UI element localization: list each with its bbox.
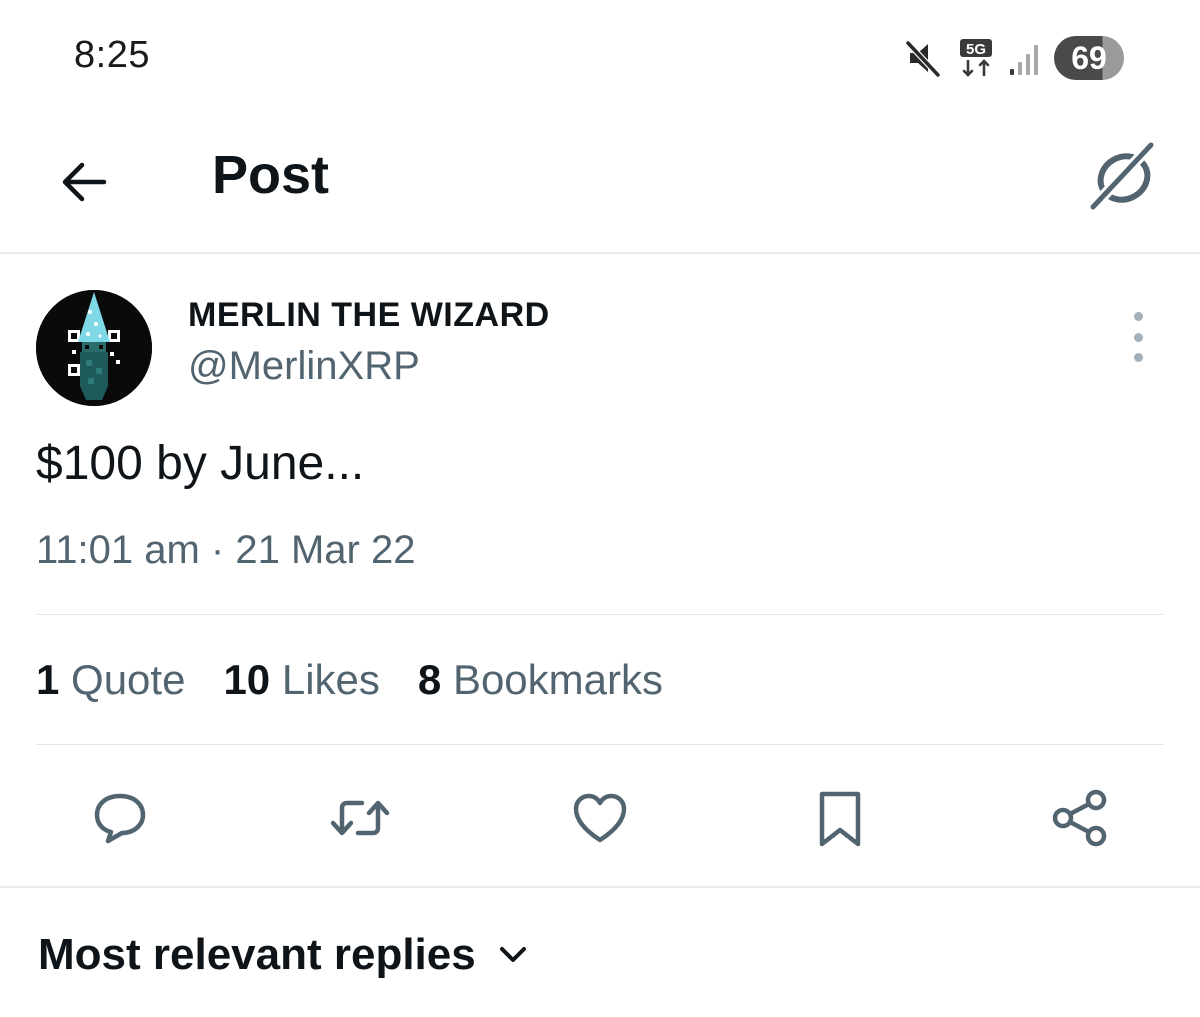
5g-data-icon: 5G	[956, 37, 996, 79]
reply-icon	[94, 793, 146, 844]
likes-count: 10	[223, 656, 271, 703]
battery-icon: 69	[1054, 36, 1124, 80]
more-dot-icon	[1133, 312, 1143, 321]
repost-icon	[330, 800, 390, 836]
divider	[0, 886, 1200, 888]
share-button[interactable]	[1048, 786, 1112, 850]
bookmarks-stat[interactable]: 8 Bookmarks	[418, 656, 663, 704]
top-header: Post	[0, 120, 1200, 254]
grok-icon	[1087, 139, 1157, 213]
arrow-left-icon	[62, 162, 107, 202]
mute-icon	[902, 37, 944, 79]
post-action-bar	[0, 786, 1200, 850]
avatar[interactable]	[36, 290, 152, 406]
bookmarks-label: Bookmarks	[452, 656, 663, 703]
post-stats: 1 Quote 10 Likes 8 Bookmarks	[36, 656, 663, 704]
likes-stat[interactable]: 10 Likes	[223, 656, 379, 704]
likes-label: Likes	[281, 656, 380, 703]
bookmark-button[interactable]	[808, 786, 872, 850]
more-options-button[interactable]	[1116, 312, 1160, 362]
divider	[36, 614, 1164, 615]
wizard-avatar-icon	[36, 290, 152, 406]
repost-button[interactable]	[328, 786, 392, 850]
grok-button[interactable]	[1084, 136, 1164, 216]
share-icon	[1052, 789, 1107, 847]
bookmark-icon	[819, 791, 861, 847]
status-icons: 5G 69	[902, 36, 1124, 80]
quotes-stat[interactable]: 1 Quote	[36, 656, 185, 704]
status-time: 8:25	[74, 34, 150, 76]
like-button[interactable]	[568, 786, 632, 850]
like-icon	[573, 793, 627, 843]
page-title: Post	[212, 145, 330, 205]
author-handle[interactable]: @MerlinXRP	[188, 344, 420, 389]
replies-sort-dropdown[interactable]: Most relevant replies	[38, 930, 528, 980]
signal-icon	[1008, 37, 1042, 79]
quotes-label: Quote	[71, 656, 186, 703]
replies-sort-label: Most relevant replies	[38, 930, 476, 979]
quotes-count: 1	[36, 656, 60, 703]
back-button[interactable]	[48, 146, 120, 218]
divider	[36, 744, 1164, 745]
post-text: $100 by June...	[36, 437, 365, 490]
reply-button[interactable]	[88, 786, 152, 850]
more-dot-icon	[1133, 353, 1143, 362]
more-dot-icon	[1133, 332, 1143, 342]
chevron-down-icon	[499, 947, 526, 962]
post-timestamp[interactable]: 11:01 am · 21 Mar 22	[36, 528, 415, 573]
bookmarks-count: 8	[417, 656, 442, 703]
status-bar: 8:25 5G 69	[0, 0, 1200, 120]
author-display-name[interactable]: MERLIN THE WIZARD	[188, 296, 550, 335]
network-label: 5G	[966, 41, 986, 58]
